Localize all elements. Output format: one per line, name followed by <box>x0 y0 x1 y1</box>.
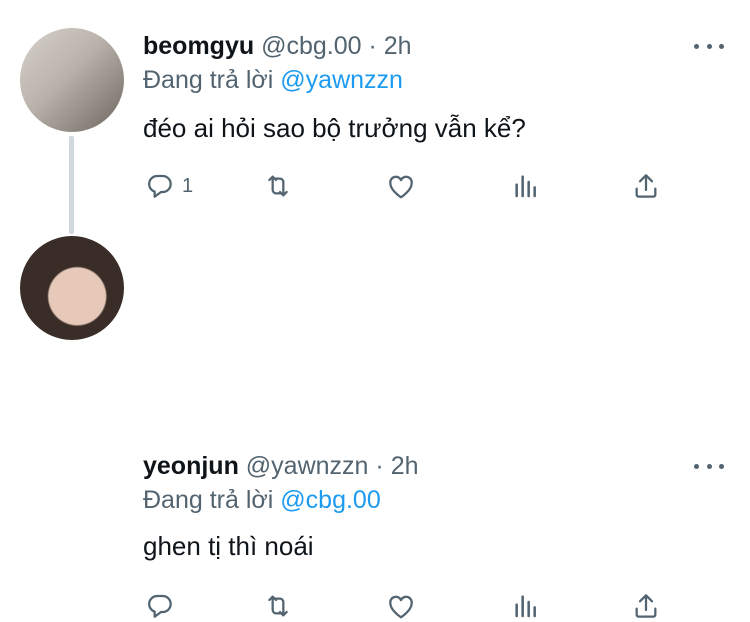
reply-button[interactable]: 1 <box>144 170 193 202</box>
heart-icon <box>389 175 413 199</box>
like-button[interactable] <box>385 590 417 622</box>
replying-to: Đang trả lời @yawnzzn <box>143 65 403 95</box>
more-icon <box>694 463 699 469</box>
analytics-button[interactable] <box>510 170 542 202</box>
replying-to-label: Đang trả lời <box>143 66 274 94</box>
share-icon <box>635 174 657 198</box>
share-button[interactable] <box>630 170 662 202</box>
mention-link[interactable]: @cbg.00 <box>280 486 380 514</box>
analytics-button[interactable] <box>510 590 542 622</box>
replying-to: Đang trả lời @cbg.00 <box>143 485 381 515</box>
tweet[interactable]: yeonjun @yawnzzn · 2h Đang trả lời @cbg.… <box>0 212 750 619</box>
separator: · <box>375 452 384 480</box>
tweet-text: ghen tị thì noái <box>143 531 314 561</box>
more-button[interactable] <box>694 36 724 56</box>
handle[interactable]: @yawnzzn <box>246 452 369 480</box>
avatar[interactable] <box>20 236 124 340</box>
tweet-header: beomgyu @cbg.00 · 2h <box>143 31 412 61</box>
retweet-icon <box>268 175 288 197</box>
reply-count: 1 <box>182 174 194 197</box>
reply-icon <box>148 594 172 618</box>
tweet-header: yeonjun @yawnzzn · 2h <box>143 451 419 481</box>
analytics-icon <box>515 595 536 618</box>
reply-button[interactable] <box>144 590 182 622</box>
heart-icon <box>389 595 413 619</box>
avatar[interactable] <box>20 28 124 132</box>
display-name[interactable]: yeonjun <box>143 452 239 480</box>
retweet-icon <box>268 595 288 617</box>
like-button[interactable] <box>385 170 417 202</box>
handle[interactable]: @cbg.00 <box>261 32 361 60</box>
separator: · <box>368 32 377 60</box>
more-icon <box>694 43 699 49</box>
reply-icon <box>148 174 172 198</box>
display-name[interactable]: beomgyu <box>143 32 254 60</box>
share-icon <box>635 594 657 618</box>
mention-link[interactable]: @yawnzzn <box>280 66 403 94</box>
retweet-button[interactable] <box>262 170 294 202</box>
retweet-button[interactable] <box>262 590 294 622</box>
tweet[interactable]: beomgyu @cbg.00 · 2h Đang trả lời @yawnz… <box>0 0 750 234</box>
replying-to-label: Đang trả lời <box>143 486 274 514</box>
timestamp[interactable]: 2h <box>384 32 412 60</box>
share-button[interactable] <box>630 590 662 622</box>
analytics-icon <box>515 175 536 198</box>
timestamp[interactable]: 2h <box>391 452 419 480</box>
tweet-text: đéo ai hỏi sao bộ trưởng vẫn kể? <box>143 113 526 143</box>
more-button[interactable] <box>694 456 724 476</box>
